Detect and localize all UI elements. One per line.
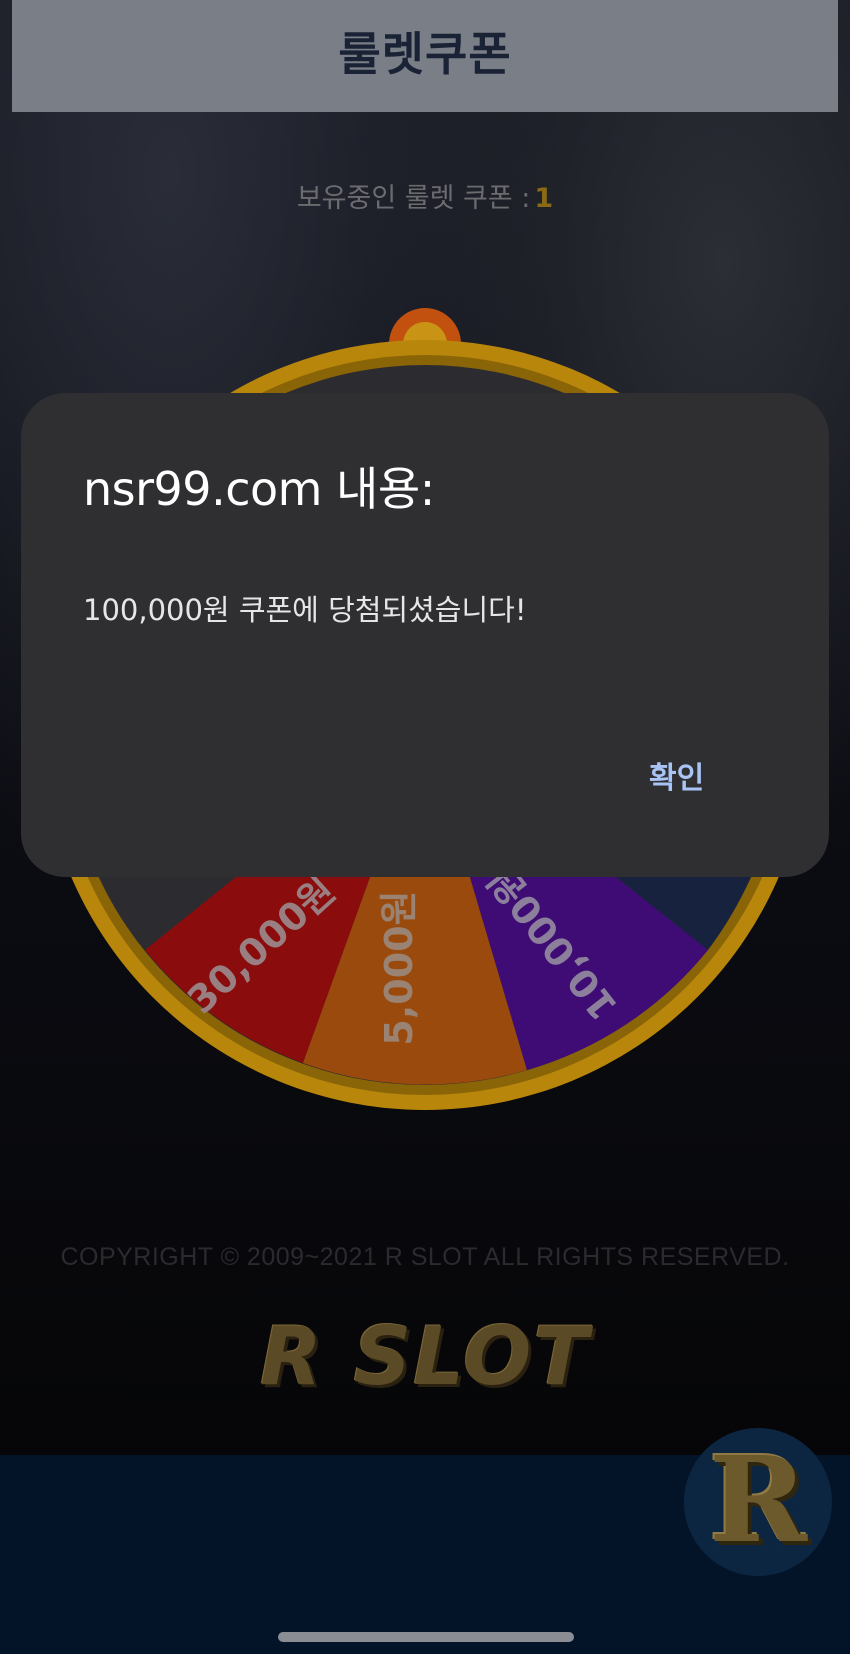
coupon-count-value: 1 (534, 183, 554, 214)
dialog-title: nsr99.com 내용: (83, 462, 435, 516)
alert-dialog: nsr99.com 내용: 100,000원 쿠폰에 당첨되셨습니다! 확인 (21, 393, 829, 877)
page-title: 룰렛쿠폰 (338, 27, 512, 81)
coupon-count-label: 보유중인 룰렛 쿠폰 : (296, 183, 531, 214)
page-header: 룰렛쿠폰 (12, 0, 838, 112)
home-indicator[interactable] (278, 1632, 574, 1642)
confirm-button[interactable]: 확인 (635, 745, 718, 805)
r-badge-button[interactable]: R (684, 1428, 832, 1576)
coupon-count: 보유중인 룰렛 쿠폰 :1 (0, 176, 850, 215)
wheel-label-5000: 5,000원 (377, 890, 421, 1045)
copyright-text: COPYRIGHT © 2009~2021 R SLOT ALL RIGHTS … (60, 1243, 790, 1271)
dialog-message: 100,000원 쿠폰에 당첨되셨습니다! (83, 593, 527, 627)
r-slot-logo: R SLOT (260, 1310, 590, 1403)
r-logo-icon: R (708, 1429, 808, 1569)
